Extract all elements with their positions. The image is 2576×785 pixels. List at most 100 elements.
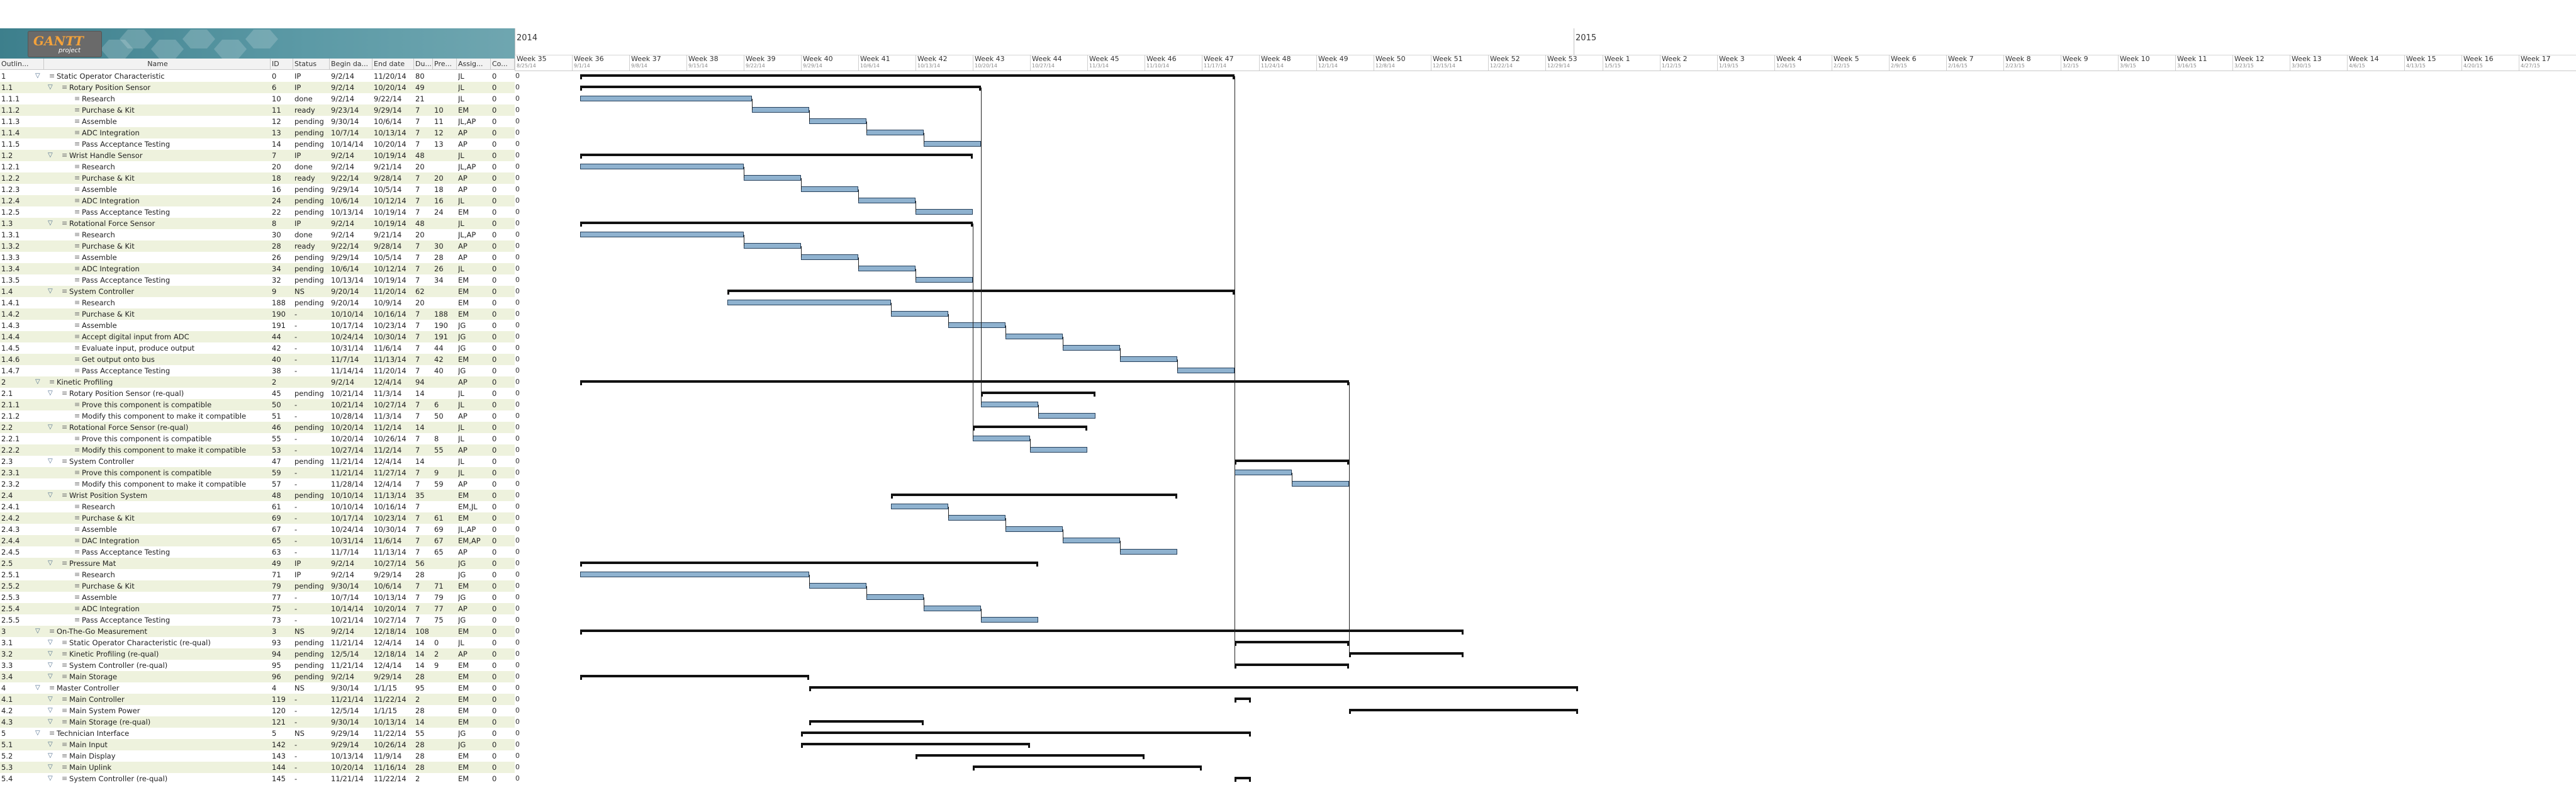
collapse-toggle-icon[interactable]: ▽ <box>48 694 53 705</box>
table-row[interactable]: 1 ▽ ≡ Static Operator Characteristic 0 IP 9/2/… <box>0 71 515 82</box>
table-row[interactable]: 1.4.2 ≡ Purchase & Kit 190- 10/10/14 10/16/14… <box>0 308 515 320</box>
table-row[interactable]: 1.2.2 ≡ Purchase & Kit 18 ready 9/22/14 9/28/1… <box>0 172 515 184</box>
task-bar[interactable] <box>891 311 948 317</box>
task-bar[interactable] <box>858 266 916 271</box>
table-row[interactable]: 1.2.4 ≡ ADC Integration 24 pending 10/6/14 10/… <box>0 195 515 206</box>
table-row[interactable]: 2.5.1 ≡ Research 71 IP 9/2/14 9/29/14 28 JG 0 <box>0 569 515 580</box>
summary-bar[interactable] <box>801 731 1251 737</box>
task-bar[interactable] <box>727 300 891 305</box>
table-row[interactable]: 2.5.4 ≡ ADC Integration 75 - 10/14/14 10/20/14… <box>0 603 515 614</box>
summary-bar[interactable] <box>1235 641 1349 646</box>
table-row[interactable]: 1.4.1 ≡ Research 188 pending 9/20/14 10/9/14 20… <box>0 297 515 308</box>
table-row[interactable]: 2.5.3 ≡ Assemble 77 - 10/7/14 10/13/14 7 79 JG 0 <box>0 592 515 603</box>
table-row[interactable]: 1.3.5 ≡ Pass Acceptance Testing 32 pending 10… <box>0 274 515 286</box>
summary-bar[interactable] <box>1349 709 1578 714</box>
task-bar[interactable] <box>981 617 1038 623</box>
summary-bar[interactable] <box>580 154 973 159</box>
task-bar[interactable] <box>948 515 1005 521</box>
table-row[interactable]: 2.4.4 ≡ DAC Integration 65 - 10/31/14 11/6/14 7… <box>0 535 515 546</box>
table-row[interactable]: 2 ▽ ≡ Kinetic Profiling 2 9/2/14 12/4/14 94 AP 0 <box>0 376 515 388</box>
task-bar[interactable] <box>1120 356 1177 362</box>
table-row[interactable]: 2.4.1 ≡ Research 61 - 10/10/14 10/16/14 7 EM,JL 0 <box>0 501 515 512</box>
task-bar[interactable] <box>744 243 801 249</box>
table-row[interactable]: 2.3 ▽ ≡ System Controller 47 pending 11/21/14 1… <box>0 456 515 467</box>
gantt-grid[interactable]: 0 0 0 0 0 0 0 0 0 0 0 0 0 0 0 0 0 0 0 0 0 0 0 0 0 0 0 0 0 0 0 0 0 0 0 0 0 0 0 0… <box>515 71 2576 785</box>
table-row[interactable]: 2.5.2 ≡ Purchase & Kit 79 pending 9/30/14 10/6… <box>0 580 515 592</box>
collapse-toggle-icon[interactable]: ▽ <box>48 648 53 660</box>
table-row[interactable]: 3.1 ▽ ≡ Static Operator Characteristic (re-… <box>0 637 515 648</box>
collapse-toggle-icon[interactable]: ▽ <box>48 739 53 750</box>
collapse-toggle-icon[interactable]: ▽ <box>48 82 53 93</box>
collapse-toggle-icon[interactable]: ▽ <box>48 456 53 467</box>
collapse-toggle-icon[interactable]: ▽ <box>48 671 53 682</box>
task-bar[interactable] <box>1005 526 1063 532</box>
summary-bar[interactable] <box>973 426 1087 431</box>
task-bar[interactable] <box>1235 470 1292 475</box>
task-bar[interactable] <box>1005 334 1063 339</box>
table-row[interactable]: 3 ▽ ≡ On-The-Go Measurement 3 NS 9/2/14 12/18/1… <box>0 626 515 637</box>
column-header-outline[interactable]: Outlin... <box>0 59 44 69</box>
column-header-comp[interactable]: Co... <box>491 59 515 69</box>
table-row[interactable]: 5.1 ▽ ≡ Main Input 142- 9/29/14 10/26/14 28 JG 0 <box>0 739 515 750</box>
table-row[interactable]: 1.4.4 ≡ Accept digital input from ADC 44 - 10… <box>0 331 515 342</box>
collapse-toggle-icon[interactable]: ▽ <box>48 660 53 671</box>
table-row[interactable]: 4.3 ▽ ≡ Main Storage (re-qual) 121- 9/30/14 10… <box>0 716 515 728</box>
table-row[interactable]: 2.5.5 ≡ Pass Acceptance Testing 73 - 10/21/14… <box>0 614 515 626</box>
task-bar[interactable] <box>809 583 866 589</box>
table-row[interactable]: 2.1 ▽ ≡ Rotary Position Sensor (re-qual) 45 p… <box>0 388 515 399</box>
collapse-toggle-icon[interactable]: ▽ <box>48 422 53 433</box>
collapse-toggle-icon[interactable]: ▽ <box>35 376 40 388</box>
table-row[interactable]: 1.4.5 ≡ Evaluate input, produce output 42 - 1… <box>0 342 515 354</box>
table-row[interactable]: 2.4.5 ≡ Pass Acceptance Testing 63 - 11/7/14 1… <box>0 546 515 558</box>
table-row[interactable]: 1.1.4 ≡ ADC Integration 13 pending 10/7/14 10/… <box>0 127 515 138</box>
table-row[interactable]: 5.4 ▽ ≡ System Controller (re-qual) 145- 11/2… <box>0 773 515 784</box>
task-bar[interactable] <box>580 96 752 101</box>
table-row[interactable]: 2.2.1 ≡ Prove this component is compatible… <box>0 433 515 444</box>
collapse-toggle-icon[interactable]: ▽ <box>48 762 53 773</box>
column-header-end[interactable]: End date <box>372 59 414 69</box>
collapse-toggle-icon[interactable]: ▽ <box>48 705 53 716</box>
task-bar[interactable] <box>924 141 981 147</box>
summary-bar[interactable] <box>891 494 1177 499</box>
summary-bar[interactable] <box>580 74 1235 79</box>
table-row[interactable]: 1.1.3 ≡ Assemble 12 pending 9/30/14 10/6/14 7 11… <box>0 116 515 127</box>
collapse-toggle-icon[interactable]: ▽ <box>35 626 40 637</box>
summary-bar[interactable] <box>981 392 1095 397</box>
collapse-toggle-icon[interactable]: ▽ <box>35 682 40 694</box>
table-row[interactable]: 4.1 ▽ ≡ Main Controller 119- 11/21/14 11/22/14… <box>0 694 515 705</box>
summary-bar[interactable] <box>1235 664 1349 669</box>
table-row[interactable]: 1.1 ▽ ≡ Rotary Position Sensor 6 IP 9/2/14 10/2… <box>0 82 515 93</box>
summary-bar[interactable] <box>1349 652 1464 657</box>
column-header-name[interactable]: Name <box>44 59 271 69</box>
table-row[interactable]: 2.3.2 ≡ Modify this component to make it c… <box>0 478 515 490</box>
collapse-toggle-icon[interactable]: ▽ <box>35 728 40 739</box>
collapse-toggle-icon[interactable]: ▽ <box>48 218 53 229</box>
column-header-dur[interactable]: Du... <box>414 59 433 69</box>
summary-bar[interactable] <box>916 754 1145 759</box>
table-row[interactable]: 2.4.2 ≡ Purchase & Kit 69 - 10/17/14 10/23/14 7… <box>0 512 515 524</box>
summary-bar[interactable] <box>973 765 1202 771</box>
task-bar[interactable] <box>916 209 973 215</box>
table-row[interactable]: 2.1.2 ≡ Modify this component to make it c… <box>0 410 515 422</box>
table-row[interactable]: 1.3 ▽ ≡ Rotational Force Sensor 8 IP 9/2/14 10/… <box>0 218 515 229</box>
collapse-toggle-icon[interactable]: ▽ <box>48 750 53 762</box>
summary-bar[interactable] <box>801 743 1030 748</box>
summary-bar[interactable] <box>580 222 973 227</box>
column-header-pred[interactable]: Pre... <box>433 59 457 69</box>
column-header-id[interactable]: ID <box>271 59 293 69</box>
task-bar[interactable] <box>580 232 744 237</box>
collapse-toggle-icon[interactable]: ▽ <box>48 286 53 297</box>
collapse-toggle-icon[interactable]: ▽ <box>48 716 53 728</box>
task-bar[interactable] <box>1063 345 1120 351</box>
table-row[interactable]: 4.2 ▽ ≡ Main System Power 120- 12/5/14 1/1/15 2… <box>0 705 515 716</box>
task-bar[interactable] <box>1292 481 1349 487</box>
table-row[interactable]: 1.3.4 ≡ ADC Integration 34 pending 10/6/14 10/… <box>0 263 515 274</box>
summary-bar[interactable] <box>580 380 1349 385</box>
table-row[interactable]: 1.3.1 ≡ Research 30 done 9/2/14 9/21/14 20 JL,AP… <box>0 229 515 240</box>
summary-bar[interactable] <box>1235 697 1251 703</box>
task-bar[interactable] <box>916 277 973 283</box>
collapse-toggle-icon[interactable]: ▽ <box>35 71 40 82</box>
table-row[interactable]: 1.2 ▽ ≡ Wrist Handle Sensor 7 IP 9/2/14 10/19/1… <box>0 150 515 161</box>
table-row[interactable]: 4 ▽ ≡ Master Controller 4 NS 9/30/14 1/1/15 95 EM… <box>0 682 515 694</box>
summary-bar[interactable] <box>809 686 1578 691</box>
